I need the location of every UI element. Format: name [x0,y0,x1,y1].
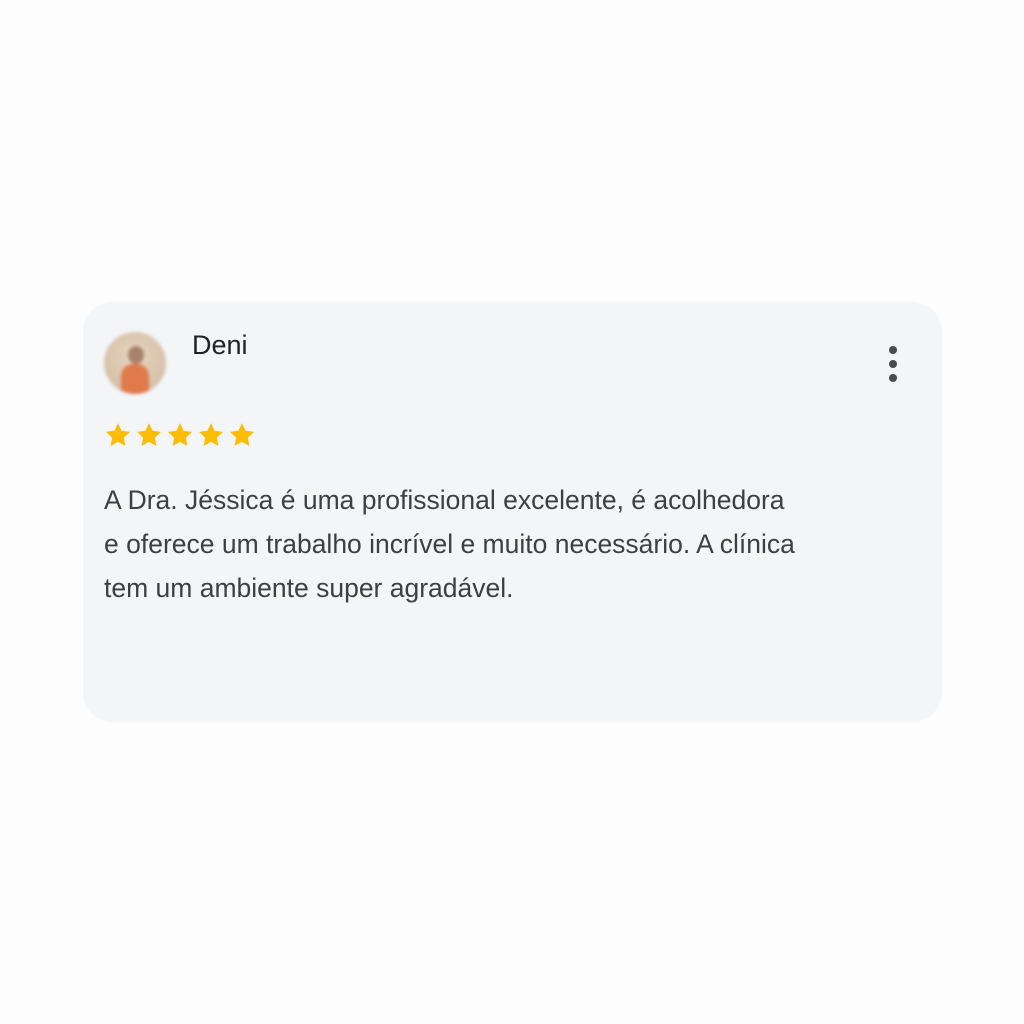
star-icon [229,423,255,446]
star-icon [167,423,193,446]
more-vert-icon-dot [889,346,897,354]
more-vert-icon-dot [889,374,897,382]
star-icon [136,423,162,446]
review-card: Deni A Dra. Jéssica é uma profissional e… [83,302,942,722]
star-rating [104,421,256,449]
review-text: A Dra. Jéssica é uma profissional excele… [104,485,795,603]
more-options-button[interactable] [878,342,908,386]
star-icon [198,423,224,446]
avatar-body [121,364,149,394]
star-icon [105,423,131,446]
avatar[interactable] [104,332,166,394]
reviewer-name[interactable]: Deni [192,329,248,361]
avatar-head [128,346,144,364]
more-vert-icon-dot [889,360,897,368]
